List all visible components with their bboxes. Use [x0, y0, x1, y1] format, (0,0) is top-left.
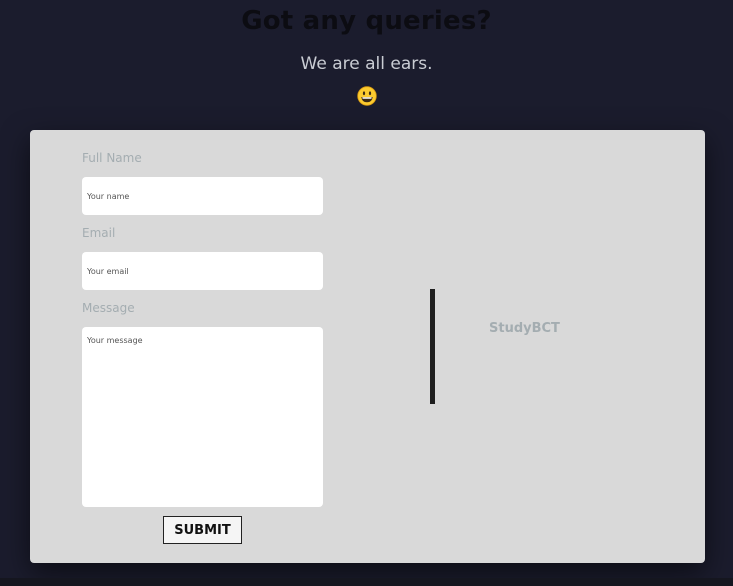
- grinning-face-icon: [357, 86, 377, 106]
- message-label: Message: [82, 301, 135, 315]
- page-title: Got any queries?: [241, 6, 492, 36]
- submit-button[interactable]: SUBMIT: [163, 516, 242, 544]
- brand-name: StudyBCT: [489, 321, 560, 336]
- name-input[interactable]: [82, 177, 323, 215]
- contact-card: Full Name Email Message SUBMIT StudyBCT: [30, 130, 705, 563]
- email-input[interactable]: [82, 252, 323, 290]
- name-label: Full Name: [82, 151, 142, 165]
- message-textarea[interactable]: [82, 327, 323, 507]
- page-subtitle: We are all ears.: [300, 54, 433, 74]
- vertical-divider: [430, 289, 435, 404]
- footer-strip: [0, 578, 733, 586]
- email-label: Email: [82, 226, 116, 240]
